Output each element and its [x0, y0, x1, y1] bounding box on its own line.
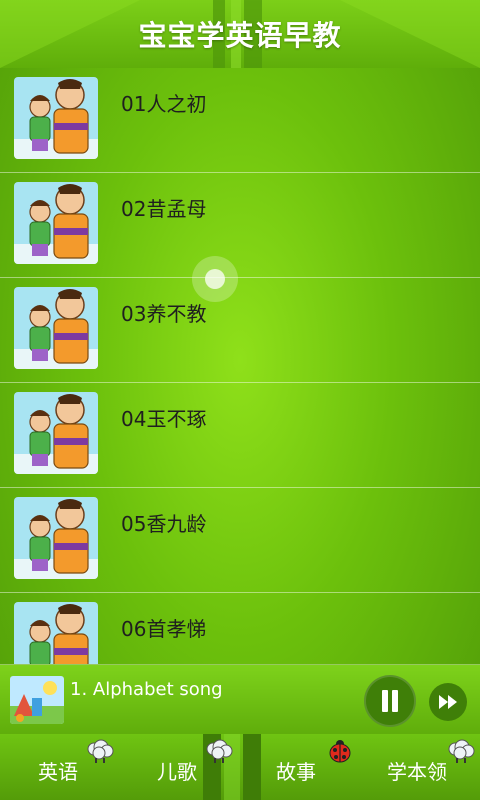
- sheep-icon: [448, 739, 475, 763]
- list-item[interactable]: 02昔孟母: [0, 173, 480, 278]
- lesson-thumbnail: [14, 182, 98, 264]
- lesson-title: 03养不教: [121, 302, 207, 326]
- lesson-title: 04玉不琢: [121, 407, 207, 431]
- sheep-icon: [87, 739, 114, 763]
- list-item[interactable]: 01人之初: [0, 68, 480, 173]
- list-item[interactable]: 04玉不琢: [0, 383, 480, 488]
- tab-label: 故事: [276, 760, 316, 784]
- track-title: 1. Alphabet song: [70, 679, 223, 700]
- pause-icon: [392, 690, 398, 712]
- tab-stories[interactable]: 故事: [240, 734, 360, 800]
- next-button[interactable]: [429, 683, 467, 721]
- sheep-icon: [206, 739, 233, 763]
- tab-songs[interactable]: 儿歌: [120, 734, 240, 800]
- ladybug-icon: [329, 740, 351, 763]
- list-item[interactable]: 03养不教: [0, 278, 480, 383]
- lesson-thumbnail: [14, 497, 98, 579]
- tab-label: 英语: [38, 760, 78, 784]
- list-item[interactable]: 06首孝悌: [0, 593, 480, 664]
- lesson-thumbnail: [14, 77, 98, 159]
- lesson-title: 05香九龄: [121, 512, 207, 536]
- lesson-title: 01人之初: [121, 92, 207, 116]
- lesson-thumbnail: [14, 287, 98, 369]
- lesson-thumbnail: [14, 602, 98, 664]
- header-decoration-right: [340, 0, 480, 68]
- lesson-title: 02昔孟母: [121, 197, 207, 221]
- fast-forward-icon: [439, 695, 457, 709]
- list-item[interactable]: 05香九龄: [0, 488, 480, 593]
- lesson-title: 06首孝悌: [121, 617, 207, 641]
- title-bar: 宝宝学英语早教: [0, 0, 480, 68]
- tab-label: 学本领: [387, 760, 447, 784]
- tab-skills[interactable]: 学本领: [360, 734, 480, 800]
- lesson-thumbnail: [14, 392, 98, 474]
- touch-ripple: [192, 256, 238, 302]
- pause-button[interactable]: [364, 675, 416, 727]
- lesson-list[interactable]: 01人之初 02昔孟母 03养不教 04玉不琢 05香九龄 06首孝悌: [0, 68, 480, 664]
- header-decoration-left: [0, 0, 140, 68]
- tab-english[interactable]: 英语: [0, 734, 120, 800]
- bottom-tab-bar: 英语 儿歌 故事 学本领: [0, 734, 480, 800]
- tab-label: 儿歌: [157, 760, 197, 784]
- app-title: 宝宝学英语早教: [138, 19, 342, 52]
- pause-icon: [382, 690, 388, 712]
- now-playing-bar[interactable]: 1. Alphabet song: [0, 664, 480, 735]
- track-artwork: [10, 676, 64, 724]
